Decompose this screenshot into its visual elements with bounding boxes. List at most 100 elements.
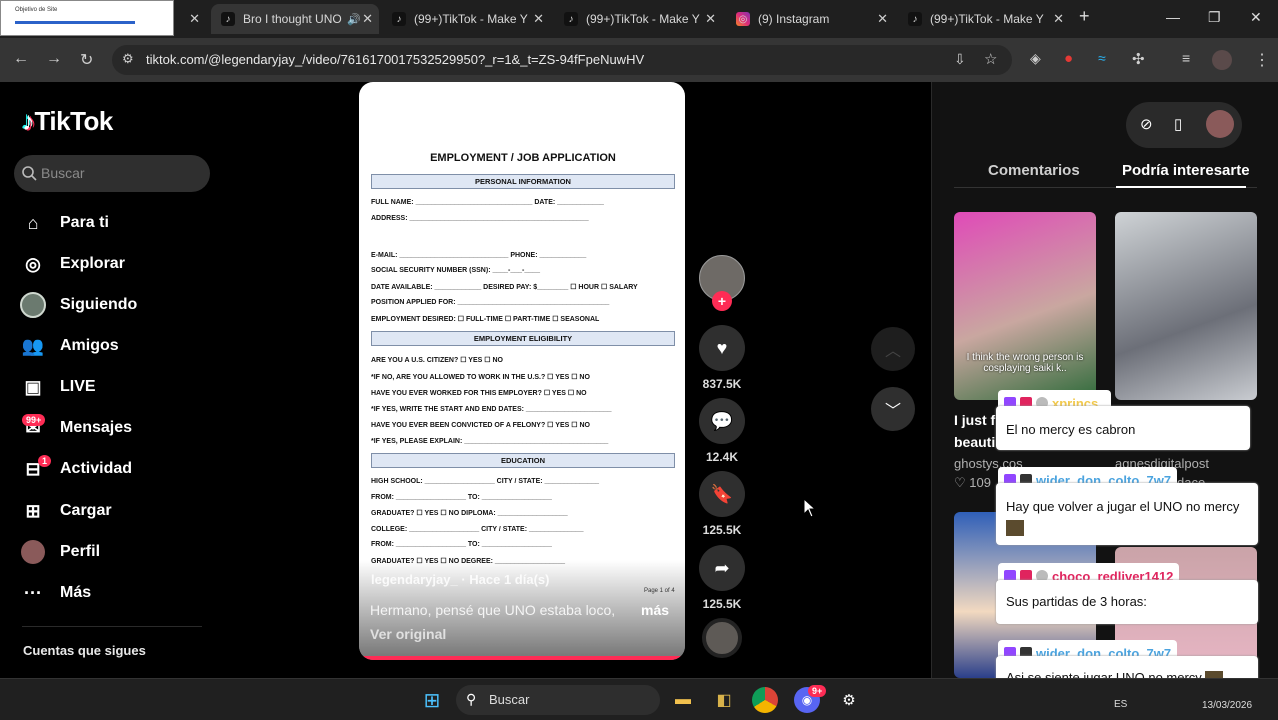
sidebar-item-explorar[interactable]: ◎ Explorar <box>20 251 125 277</box>
heart-outline-icon: ♡ <box>954 475 966 490</box>
close-icon[interactable]: ✕ <box>533 11 544 27</box>
site-settings-icon[interactable]: ⚙ <box>122 51 134 67</box>
install-app-icon[interactable]: ⇩ <box>954 51 966 68</box>
close-icon[interactable]: ✕ <box>705 11 716 27</box>
sidebar-item-live[interactable]: ▣ LIVE <box>20 374 95 400</box>
next-video-button[interactable]: ﹀ <box>871 387 915 431</box>
speaker-icon[interactable]: 🔊 <box>347 13 361 26</box>
tiktok-icon: ♪ <box>221 12 235 26</box>
following-avatar-icon <box>20 292 46 318</box>
forward-arrow-icon[interactable]: → <box>46 50 62 68</box>
compass-icon: ◎ <box>25 253 41 274</box>
taskbar-search[interactable]: ⚲ Buscar <box>456 685 660 715</box>
sidebar-item-label: Perfil <box>60 543 101 560</box>
sidebar-item-amigos[interactable]: 👥 Amigos <box>20 333 119 359</box>
restore-icon[interactable]: ❐ <box>1208 9 1221 26</box>
search-input[interactable]: Buscar <box>14 155 210 192</box>
bookmark-icon: 🔖 <box>699 471 745 517</box>
chat-message-text: Hay que volver a jugar el UNO no mercy <box>1006 499 1240 514</box>
video-card-thumbnail[interactable]: I think the wrong person is cosplaying s… <box>954 212 1096 400</box>
tab-title: Bro I thought UNO <box>243 12 342 26</box>
form-line: FULL NAME: _____________________________… <box>371 199 604 206</box>
device-icon[interactable]: ▯ <box>1174 115 1182 133</box>
windows-start-icon[interactable]: ⊞ <box>419 687 445 713</box>
share-button[interactable]: ➦ 125.5K <box>699 545 745 611</box>
view-original-link[interactable]: Ver original <box>370 626 446 642</box>
video-author[interactable]: legendaryjay_ · Hace 1 día(s) <box>371 572 549 587</box>
tab-tiktok-3[interactable]: ♪ (99+)TikTok - Make Y ✕ <box>900 4 1070 34</box>
browser-tab-strip: Objetivo de Site ✕ ♪ Bro I thought UNO 🔊… <box>0 0 1278 38</box>
user-avatar-icon[interactable] <box>1206 110 1234 138</box>
tiktok-logo[interactable]: ♪TikTok <box>22 106 113 137</box>
tab-title: (99+)TikTok - Make Y <box>414 12 528 26</box>
minimize-icon[interactable]: — <box>1166 9 1180 25</box>
sidebar-item-label: Explorar <box>60 255 125 272</box>
extensions-puzzle-icon[interactable]: ✣ <box>1132 50 1145 68</box>
share-count: 125.5K <box>702 597 742 611</box>
window-close-icon[interactable]: ✕ <box>1250 9 1262 26</box>
menu-dots-icon[interactable]: ⋮ <box>1254 50 1270 70</box>
sidebar-item-para-ti[interactable]: ⌂ Para ti <box>20 210 109 236</box>
new-tab-plus-icon[interactable]: + <box>1079 6 1090 27</box>
extension-blue-icon[interactable]: ≈ <box>1098 50 1106 66</box>
sidebar-item-label: Para ti <box>60 214 109 231</box>
tab-tiktok-1[interactable]: ♪ (99+)TikTok - Make Y ✕ <box>384 4 550 34</box>
file-explorer-icon[interactable]: ▬ <box>670 687 696 713</box>
tab-active-video[interactable]: ♪ Bro I thought UNO 🔊 ✕ <box>211 4 379 34</box>
sidebar-item-siguiendo[interactable]: Siguiendo <box>20 292 137 318</box>
close-icon[interactable]: ✕ <box>362 11 373 27</box>
share-arrow-icon: ➦ <box>699 545 745 591</box>
tab-title: (99+)TikTok - Make Y <box>586 12 700 26</box>
chat-message: Sus partidas de 3 horas: <box>996 580 1258 624</box>
tab-podria-interesarte[interactable]: Podría interesarte <box>1122 162 1250 179</box>
section-heading: EDUCATION <box>371 453 675 468</box>
comment-button[interactable]: 💬 12.4K <box>699 398 745 464</box>
close-icon[interactable]: ✕ <box>877 11 888 27</box>
close-icon[interactable]: ✕ <box>1053 11 1064 27</box>
card-title[interactable]: I just f <box>954 410 995 430</box>
language-indicator[interactable]: ES <box>1114 699 1127 710</box>
panel-toolbar: ⊘ ▯ <box>1126 102 1242 148</box>
tab-instagram[interactable]: ◎ (9) Instagram ✕ <box>728 4 894 34</box>
form-line: FROM: __________________ TO: ___________… <box>371 541 552 548</box>
sidebar-item-perfil[interactable]: Perfil <box>20 539 100 565</box>
sidebar-item-cargar[interactable]: ⊞ Cargar <box>20 498 111 524</box>
save-button[interactable]: 🔖 125.5K <box>699 471 745 537</box>
back-arrow-icon[interactable]: ← <box>13 50 29 68</box>
caption-more-link[interactable]: más <box>641 602 669 618</box>
address-bar[interactable]: ⚙ tiktok.com/@legendaryjay_/video/761617… <box>112 45 1012 75</box>
author-avatar-button[interactable]: + <box>699 255 745 311</box>
tab-comentarios[interactable]: Comentarios <box>988 162 1080 179</box>
extension-cube-icon[interactable]: ◈ <box>1030 50 1041 67</box>
url-text: tiktok.com/@legendaryjay_/video/76161700… <box>146 52 645 67</box>
follow-plus-icon[interactable]: + <box>712 291 732 311</box>
video-progress-bar[interactable] <box>359 656 685 660</box>
sidebar-item-actividad[interactable]: ⊟ Actividad <box>20 456 132 482</box>
tab-thumbnail-close-icon[interactable]: ✕ <box>180 4 200 34</box>
extension-red-icon[interactable]: ● <box>1064 50 1073 67</box>
sound-disc-button[interactable] <box>699 618 745 658</box>
tab-thumbnail[interactable]: Objetivo de Site <box>0 0 174 36</box>
reload-icon[interactable]: ↻ <box>80 50 93 70</box>
form-line: SOCIAL SECURITY NUMBER (SSN): ____-___-_… <box>371 267 540 274</box>
media-control-icon[interactable]: ≡ <box>1182 50 1190 66</box>
previous-video-button[interactable]: ︿ <box>871 327 915 371</box>
heart-icon: ♥ <box>699 325 745 371</box>
form-line: FROM: __________________ TO: ___________… <box>371 493 552 501</box>
taskbar-date[interactable]: 13/03/2026 <box>1202 700 1252 711</box>
tab-tiktok-2[interactable]: ♪ (99+)TikTok - Make Y ✕ <box>556 4 722 34</box>
bookmark-star-icon[interactable]: ☆ <box>984 50 997 68</box>
sidebar-item-mas[interactable]: ··· Más <box>20 580 91 606</box>
sidebar-item-label: Mensajes <box>60 419 133 436</box>
mouse-cursor-icon <box>803 498 817 518</box>
autoscroll-icon[interactable]: ⊘ <box>1140 115 1153 133</box>
section-heading: EMPLOYMENT ELIGIBILITY <box>371 331 675 346</box>
app-settings-icon[interactable]: ⚙ <box>836 687 862 713</box>
form-line: ARE YOU A U.S. CITIZEN? ☐ YES ☐ NO <box>371 357 503 364</box>
video-player[interactable]: EMPLOYMENT / JOB APPLICATION PERSONAL IN… <box>359 82 685 660</box>
like-button[interactable]: ♥ 837.5K <box>699 325 745 391</box>
app-icon[interactable]: ◧ <box>711 687 737 713</box>
profile-avatar-icon[interactable] <box>1212 50 1232 70</box>
video-card-thumbnail[interactable] <box>1115 212 1257 400</box>
chrome-icon[interactable] <box>752 687 778 713</box>
